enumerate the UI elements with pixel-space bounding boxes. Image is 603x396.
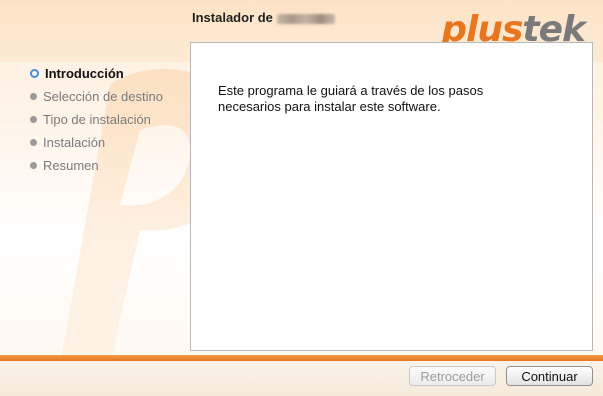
step-label: Tipo de instalación (43, 112, 151, 127)
content-panel: Este programa le guiará a través de los … (190, 42, 593, 351)
bullet-dot-icon (30, 162, 37, 169)
bullet-dot-icon (30, 93, 37, 100)
step-introduccion: Introducción (30, 62, 163, 85)
bullet-dot-icon (30, 139, 37, 146)
window-title: Instalador de (192, 10, 335, 25)
redacted-product-name (276, 13, 335, 24)
step-label: Instalación (43, 135, 106, 150)
window-title-text: Instalador de (192, 10, 273, 25)
step-resumen: Resumen (30, 154, 163, 177)
step-label: Selección de destino (43, 89, 163, 104)
installer-steps: Introducción Selección de destino Tipo d… (30, 62, 163, 177)
step-label: Introducción (45, 66, 124, 81)
bullet-dot-icon (30, 116, 37, 123)
installer-window: Instalador de plustek Introducción Selec… (0, 0, 603, 396)
step-instalacion: Instalación (30, 131, 163, 154)
intro-message: Este programa le guiará a través de los … (218, 83, 484, 114)
step-label: Resumen (43, 158, 99, 173)
back-button[interactable]: Retroceder (409, 366, 496, 386)
step-tipo-instalacion: Tipo de instalación (30, 108, 163, 131)
continue-button[interactable]: Continuar (506, 366, 593, 386)
radio-ring-icon (30, 69, 39, 78)
step-seleccion-destino: Selección de destino (30, 85, 163, 108)
